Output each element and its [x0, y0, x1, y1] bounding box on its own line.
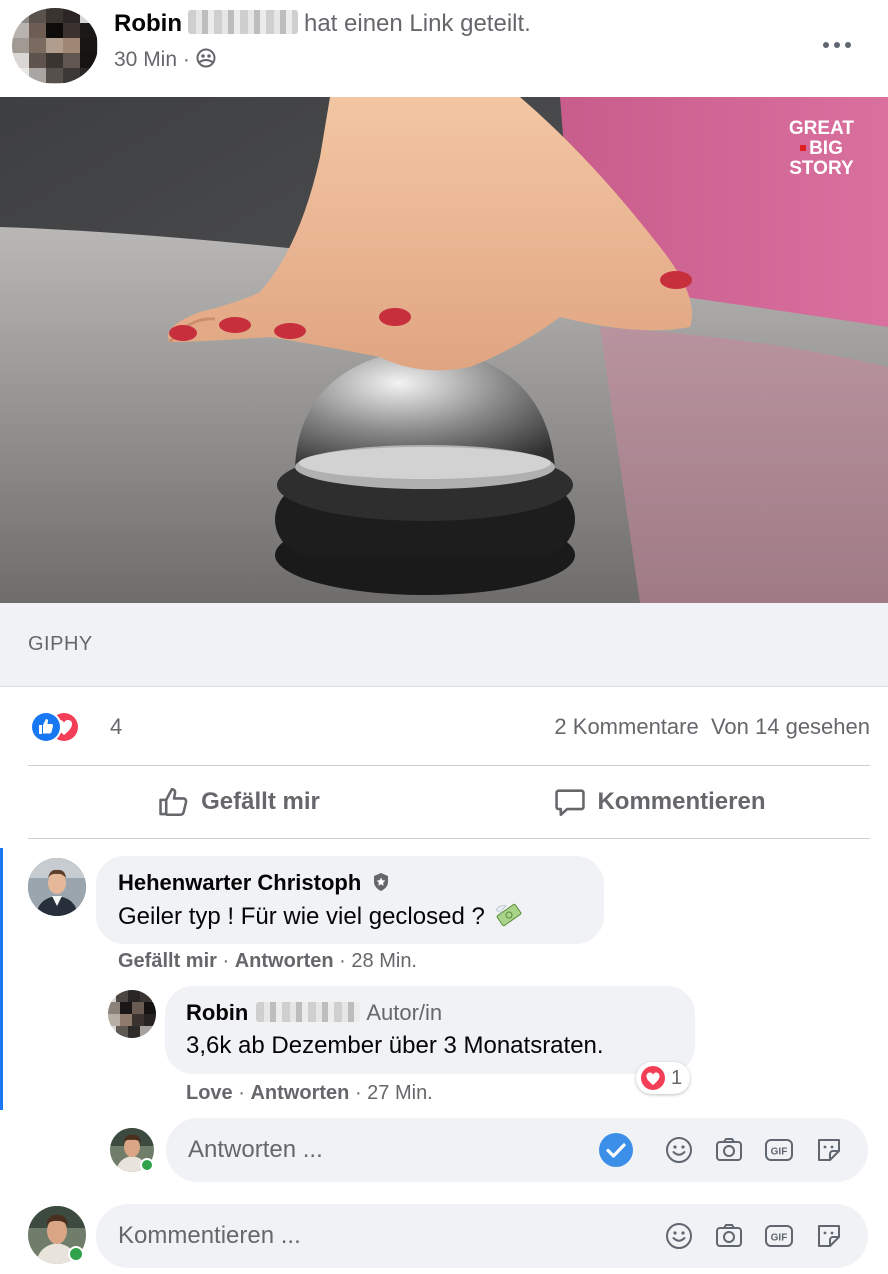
redacted-name: [187, 9, 298, 34]
reply-time[interactable]: 27 Min.: [367, 1082, 433, 1104]
verified-badge-icon: [374, 873, 389, 891]
sticker-icon[interactable]: [814, 1221, 844, 1251]
post-time[interactable]: 30 Min: [114, 48, 177, 71]
reply-reaction-pill[interactable]: 1: [636, 1062, 691, 1094]
pixelated-avatar: [108, 990, 156, 1038]
gif-icon[interactable]: GIF: [764, 1221, 794, 1251]
gif-image[interactable]: GREAT BIG STORY: [0, 97, 888, 603]
comment-input[interactable]: [118, 1204, 618, 1268]
svg-text:GIF: GIF: [771, 1147, 788, 1158]
comment-like-link[interactable]: Gefällt mir: [118, 950, 217, 972]
post-meta: 30 Min ·: [114, 48, 216, 72]
divider: [28, 765, 870, 766]
author-badge: Autor/in: [366, 1000, 443, 1025]
bell-gif-illustration: [0, 97, 888, 603]
separator: ·: [238, 1082, 245, 1104]
commenter-photo: [28, 858, 86, 916]
svg-text:GIF: GIF: [771, 1233, 788, 1244]
watermark-line-2: BIG: [789, 139, 854, 159]
reply-text: 3,6k ab Dezember über 3 Monatsraten.: [186, 1032, 604, 1059]
commenter-avatar[interactable]: [28, 858, 86, 916]
watermark-line-1: GREAT: [788, 118, 854, 139]
comment-input-box[interactable]: GIF: [96, 1204, 868, 1268]
reaction-count: 1: [671, 1066, 683, 1089]
reply-love-link[interactable]: Love: [186, 1082, 233, 1104]
reply-input-box[interactable]: GIF: [166, 1118, 868, 1182]
more-options-icon[interactable]: [822, 40, 854, 50]
gif-icon[interactable]: GIF: [764, 1135, 794, 1165]
comment-view-stats: 2 Kommentare Von 14 gesehen: [554, 714, 870, 740]
author-name[interactable]: Robin: [114, 10, 182, 37]
reply-input[interactable]: [188, 1118, 588, 1182]
camera-icon[interactable]: [714, 1221, 744, 1251]
like-button[interactable]: Gefällt mir: [28, 770, 449, 834]
commenter-name[interactable]: Hehenwarter Christoph: [118, 870, 391, 896]
views-count[interactable]: Von 14 gesehen: [711, 714, 870, 739]
shared-link-text: hat einen Link geteilt.: [303, 10, 531, 37]
author-avatar[interactable]: [0, 0, 100, 84]
camera-icon[interactable]: [714, 1135, 744, 1165]
separator: ·: [354, 1082, 362, 1104]
separator: ·: [222, 950, 230, 972]
reply-author-name[interactable]: Robin: [186, 1000, 248, 1025]
watermark-line-3: STORY: [789, 158, 854, 179]
thumbs-up-icon: [159, 787, 188, 817]
sticker-icon[interactable]: [814, 1135, 844, 1165]
like-label: Gefällt mir: [201, 788, 320, 815]
link-source-bar[interactable]: GIPHY: [0, 603, 888, 687]
emoji-icon[interactable]: [664, 1135, 694, 1165]
reply-reply-link[interactable]: Antworten: [250, 1082, 349, 1104]
reaction-icons[interactable]: [30, 710, 96, 744]
separator: ·: [339, 950, 346, 972]
money-wings-emoji-icon: [494, 903, 521, 927]
group-icon: [196, 48, 216, 68]
online-status-indicator: [68, 1246, 84, 1262]
emoji-icon[interactable]: [664, 1221, 694, 1251]
separator: ·: [182, 48, 190, 71]
heart-reaction-icon: [641, 1066, 665, 1090]
reply-author-avatar[interactable]: [108, 990, 156, 1038]
comment-icon: [555, 789, 586, 817]
reaction-summary: 4 2 Kommentare Von 14 gesehen: [28, 706, 870, 746]
comment-actions: Gefällt mir · Antworten · 28 Min.: [118, 950, 417, 973]
comment-label: Kommentieren: [597, 788, 766, 815]
online-status-indicator: [140, 1158, 154, 1172]
post-header-line: Robin hat einen Link geteilt.: [114, 9, 531, 38]
reply-author-line: Robin Autor/in: [186, 1000, 442, 1026]
comment-time[interactable]: 28 Min.: [351, 950, 417, 972]
checkmark-badge-icon[interactable]: [598, 1132, 634, 1168]
redacted-name: [256, 1002, 361, 1023]
reply-actions: Love · Antworten · 27 Min.: [186, 1082, 433, 1105]
divider: [28, 838, 870, 839]
thread-highlight-bar: [0, 848, 3, 1110]
watermark: GREAT BIG STORY: [789, 119, 854, 179]
reaction-count[interactable]: 4: [110, 714, 122, 740]
comment-text: Geiler typ ! Für wie viel geclosed ?: [118, 900, 524, 931]
comments-count[interactable]: 2 Kommentare: [554, 714, 698, 739]
comment-button[interactable]: Kommentieren: [449, 770, 870, 834]
comment-reply-link[interactable]: Antworten: [235, 950, 334, 972]
link-source: GIPHY: [28, 633, 93, 655]
